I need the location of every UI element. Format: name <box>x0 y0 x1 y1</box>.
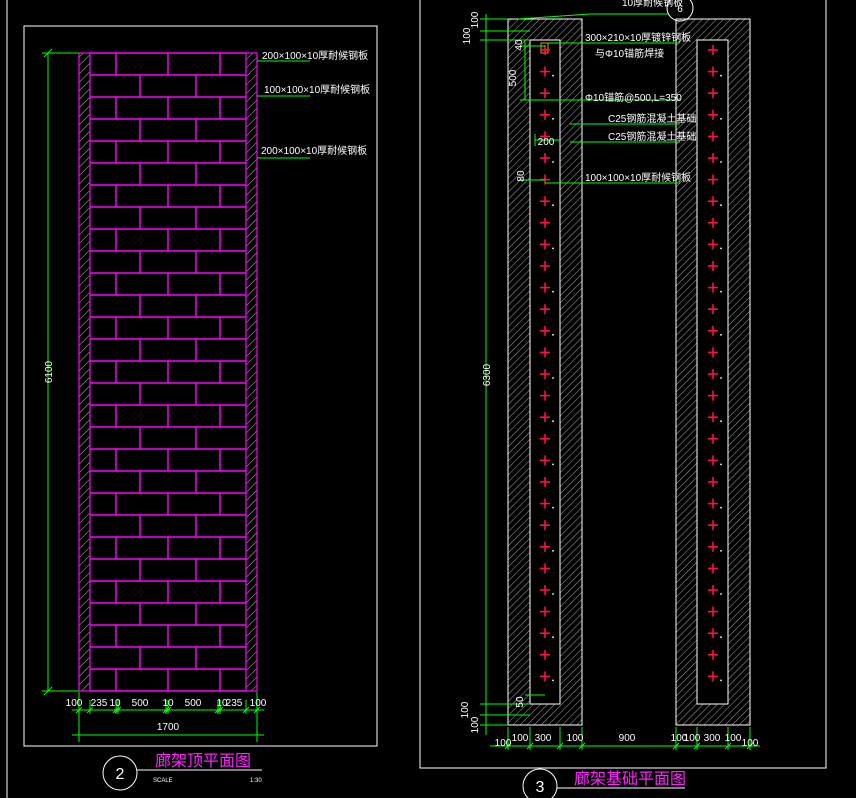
anchor-dot <box>552 247 554 250</box>
right-edge-steel-strip <box>245 52 258 692</box>
roof-bottom-dim: 100 <box>250 698 267 709</box>
foundation-bottom-dim: 100 <box>512 733 529 744</box>
foundation-plan-title: 廊架基础平面图 <box>574 769 686 788</box>
foundation-bottom-dim: 300 <box>535 733 552 744</box>
anchor-dot <box>720 463 722 466</box>
anchor-dot <box>552 679 554 682</box>
roof-bottom-dim: 10 <box>162 698 174 709</box>
anchor-dot <box>552 420 554 423</box>
anchor-dot <box>720 247 722 250</box>
anchor-dot <box>552 161 554 163</box>
foundation-bottom-dim: 100 <box>742 738 759 749</box>
anchor-dot <box>552 506 554 509</box>
foundation-side-dim: 100 <box>462 27 473 44</box>
anchor-dot <box>552 593 554 595</box>
detail-bubble-number: 6 <box>677 4 683 15</box>
roof-callout-2: 100×100×10厚耐候钢板 <box>264 83 370 96</box>
foundation-bottom-dim: 900 <box>619 733 636 744</box>
foundation-bottom-dim: 100 <box>495 738 512 749</box>
roof-bottom-dim: 500 <box>185 698 202 709</box>
anchor-dot <box>552 204 554 207</box>
top-plate-callout: 10厚耐候钢板 <box>622 0 683 9</box>
roof-callout-3: 200×100×10厚耐候钢板 <box>261 144 367 157</box>
foundation-side-dim: 80 <box>516 170 527 182</box>
anchor-dot <box>552 333 554 336</box>
foundation-callout-2: 与Φ10锚筋焊接 <box>595 47 664 60</box>
anchor-dot <box>720 333 722 336</box>
roof-bottom-dim: 10 <box>109 698 121 709</box>
anchor-dot <box>720 161 722 163</box>
foundation-side-dim: 6300 <box>482 363 493 386</box>
foundation-bottom-dim: 100 <box>684 733 701 744</box>
cad-drawing-canvas: 6100 1700 100 235 10 500 10 500 10235 100 200×1… <box>6 0 827 798</box>
anchor-dot <box>720 506 722 509</box>
roof-bottom-dim: 500 <box>132 698 149 709</box>
anchor-dot <box>720 74 722 77</box>
anchor-dot <box>720 117 722 120</box>
foundation-callout-5: C25钢筋混凝土基础 <box>608 130 696 143</box>
foundation-side-dim: 50 <box>515 696 526 708</box>
scale-value: 1:30 <box>250 778 262 784</box>
foundation-callout-1: 300×210×10厚镀锌钢板 <box>585 31 691 44</box>
roof-bottom-dim: 235 <box>226 698 243 709</box>
foundation-side-dim: 100 <box>470 11 481 28</box>
anchor-dot <box>720 420 722 423</box>
roof-total-width-dim: 1700 <box>157 722 180 733</box>
foundation-plan-bubble: 3 <box>536 779 545 796</box>
foundation-side-dim: 100 <box>470 716 481 733</box>
roof-bottom-dim-labels: 100 235 10 500 10 500 10235 100 <box>66 698 267 709</box>
roof-plan-title-block: 2 廊架顶平面图 SCALE 1:30 <box>102 751 262 791</box>
foundation-callout-4: C25钢筋混凝土基础 <box>608 112 696 125</box>
anchor-dot <box>720 290 722 293</box>
anchor-dot <box>720 636 722 639</box>
anchor-dot <box>720 679 722 682</box>
anchor-dot <box>720 549 722 552</box>
roof-plan-drawing <box>78 52 258 692</box>
anchor-dot <box>552 74 554 77</box>
foundation-side-dim: 500 <box>508 69 519 86</box>
roof-plan-title: 廊架顶平面图 <box>155 751 251 770</box>
roof-callout-1: 200×100×10厚耐候钢板 <box>262 49 368 62</box>
anchor-dot <box>552 377 554 379</box>
foundation-plan-title-block: 3 廊架基础平面图 <box>522 768 686 798</box>
roof-slat-grid <box>90 52 246 692</box>
foundation-side-dim: 100 <box>460 701 471 718</box>
roof-plan-bubble: 2 <box>116 766 125 783</box>
foundation-callout-3: Φ10锚筋@500,L=350 <box>585 91 682 104</box>
anchor-dot <box>552 290 554 293</box>
foundation-bottom-dim-labels: 100 100 300 100 900 100100 300 100 100 <box>495 733 759 749</box>
foundation-bottom-dim: 100 <box>567 733 584 744</box>
anchor-dot <box>552 117 554 120</box>
roof-bottom-dim: 235 <box>91 698 108 709</box>
roof-height-dim: 6100 <box>44 360 55 383</box>
anchor-dot <box>552 463 554 466</box>
scale-label: SCALE <box>153 778 173 784</box>
left-edge-steel-strip <box>78 52 91 692</box>
anchor-dot <box>720 593 722 595</box>
anchor-dot <box>552 636 554 639</box>
anchor-dot <box>552 549 554 552</box>
foundation-side-dim: 200 <box>538 137 555 148</box>
foundation-bottom-dim: 100 <box>725 733 742 744</box>
foundation-callout-6: 100×100×10厚耐候钢板 <box>585 171 691 184</box>
foundation-side-dim: 40 <box>514 39 525 51</box>
anchor-dot <box>720 204 722 207</box>
foundation-bottom-dim: 300 <box>704 733 721 744</box>
roof-bottom-dim: 100 <box>66 698 83 709</box>
anchor-dot <box>720 377 722 379</box>
